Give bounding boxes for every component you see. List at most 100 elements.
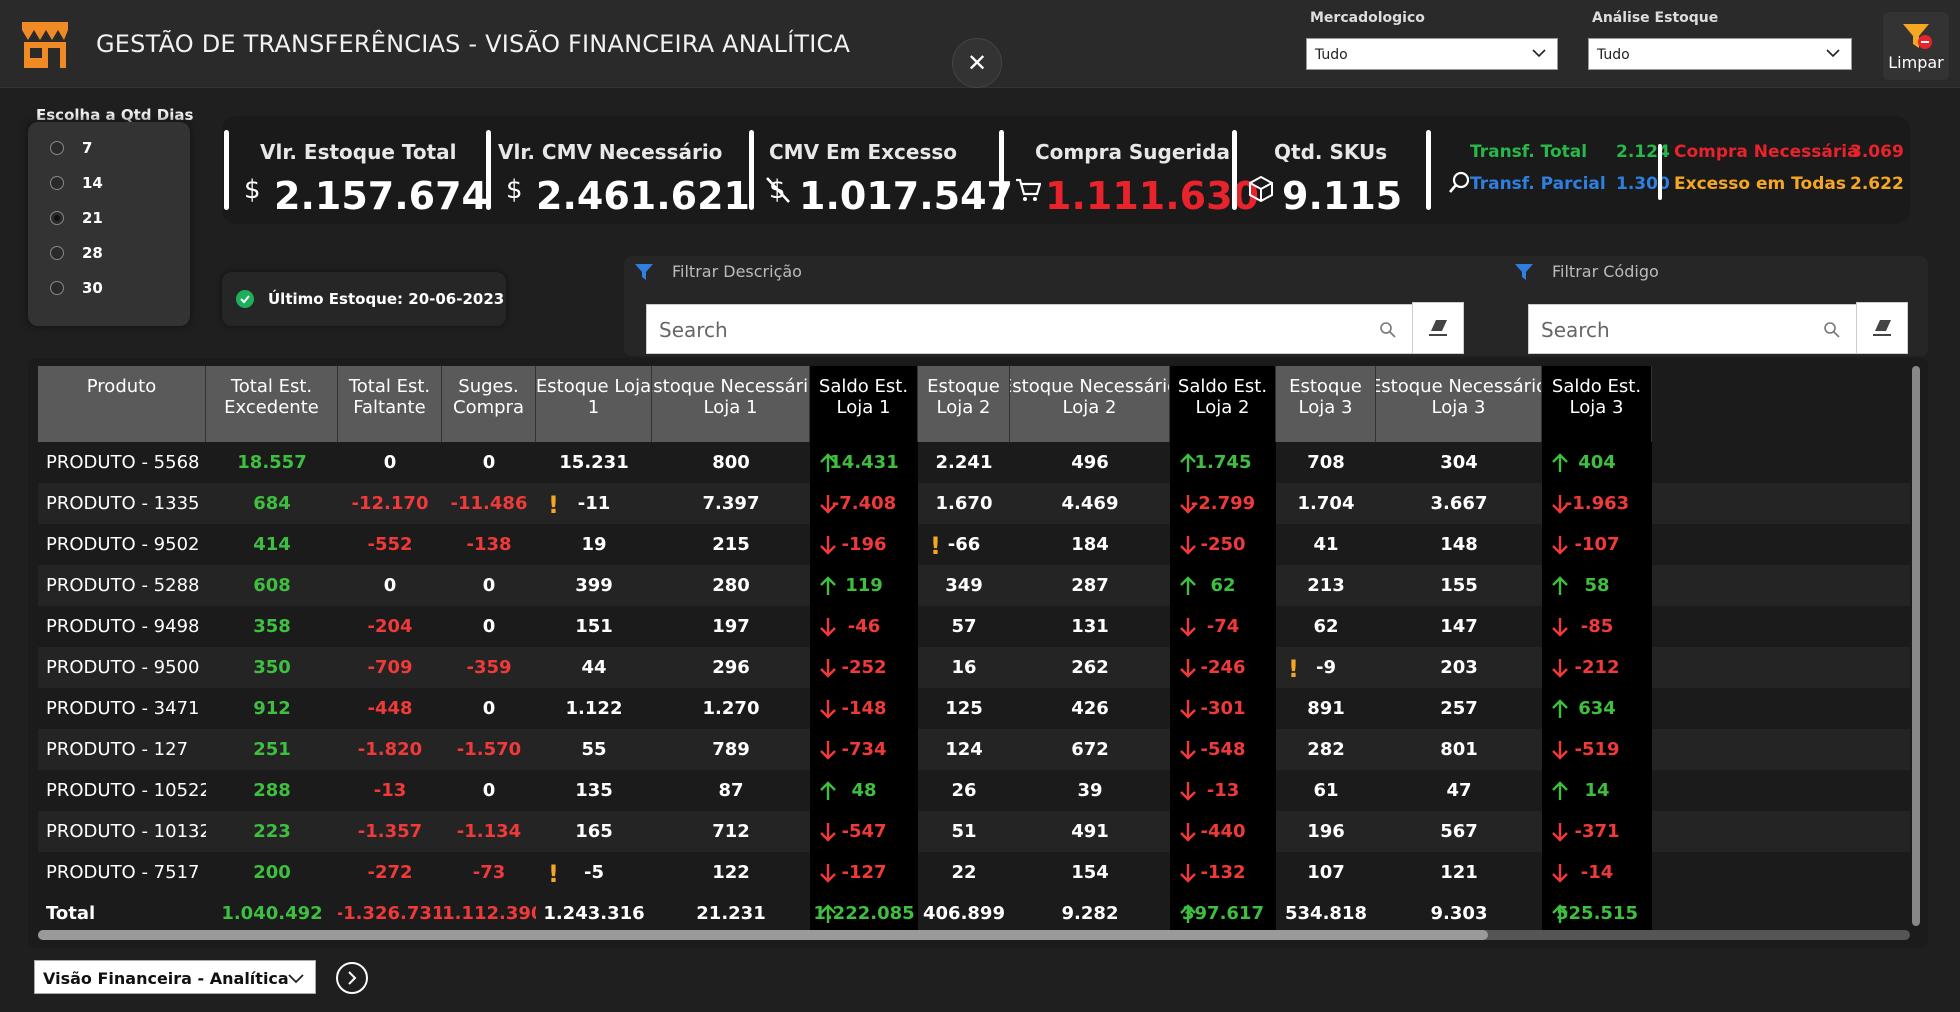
- horizontal-scrollbar[interactable]: [38, 930, 1910, 940]
- analise-dropdown[interactable]: Tudo: [1588, 38, 1852, 70]
- cell-value: -1.963: [1564, 493, 1630, 514]
- cell-value: -519: [1574, 739, 1620, 760]
- page-select-dropdown[interactable]: Visão Financeira - Analítica: [34, 960, 316, 994]
- cell-value: -66: [947, 534, 981, 555]
- cell-value: 404: [1578, 452, 1616, 473]
- arrow-up-icon: [820, 781, 836, 800]
- cell-saldo-loja3: -107: [1542, 524, 1652, 565]
- dias-option-7[interactable]: 7: [50, 138, 92, 158]
- col-header-sugestao-compra[interactable]: Suges. Compra: [442, 366, 536, 442]
- arrow-down-icon: [1180, 741, 1196, 760]
- descricao-search-input[interactable]: Search: [646, 304, 1414, 354]
- product-table: Produto Total Est. Excedente Total Est. Fa…: [28, 358, 1928, 948]
- col-header-total-excedente[interactable]: Total Est. Excedente: [206, 366, 338, 442]
- kpi-separator: [1658, 144, 1662, 200]
- cell-necessario-loja3: 801: [1376, 729, 1542, 770]
- close-button[interactable]: ✕: [952, 38, 1002, 88]
- cell-total-excedente: 414: [206, 524, 338, 565]
- cell-value: -5: [584, 862, 604, 883]
- arrow-up-icon: [1552, 453, 1568, 472]
- filter-panel: Filtrar Descrição Search Filtrar Código …: [624, 256, 1928, 356]
- filter-clear-icon: [1903, 24, 1932, 49]
- dias-option-21[interactable]: 21: [50, 208, 103, 228]
- cell-saldo-loja2: -13: [1170, 770, 1276, 811]
- clear-filters-button[interactable]: Limpar: [1883, 12, 1949, 80]
- kpi-cmv-necessario: Vlr. CMV Necessário $ 2.461.621: [486, 130, 750, 218]
- svg-text:$: $: [244, 175, 261, 204]
- col-header-estoque-loja1[interactable]: Estoque Loja 1: [536, 366, 652, 442]
- col-header-estoque-loja3[interactable]: Estoque Loja 3: [1276, 366, 1376, 442]
- codigo-clear-button[interactable]: [1856, 302, 1908, 354]
- radio-icon: [50, 176, 64, 190]
- cell-value: -14: [1580, 862, 1614, 883]
- cell-estoque-loja2: 2.241: [918, 442, 1010, 483]
- arrow-up-icon: [1180, 453, 1196, 472]
- cell-sugestao-compra: 0: [442, 565, 536, 606]
- cell-value: 125: [945, 698, 983, 719]
- col-header-total-faltante[interactable]: Total Est. Faltante: [338, 366, 442, 442]
- mercadologico-dropdown[interactable]: Tudo: [1306, 38, 1558, 70]
- cell-value: 62: [1313, 616, 1339, 637]
- col-header-saldo-loja2[interactable]: Saldo Est. Loja 2: [1170, 366, 1276, 442]
- cell-value: 62: [1210, 575, 1236, 596]
- col-header-produto[interactable]: Produto: [38, 366, 206, 442]
- cell-total-excedente: 1.040.492: [206, 893, 338, 934]
- cell-estoque-loja2: 125: [918, 688, 1010, 729]
- cell-value: 608: [253, 575, 291, 596]
- cell-necessario-loja3: 148: [1376, 524, 1542, 565]
- dias-option-30[interactable]: 30: [50, 278, 103, 298]
- cell-necessario-loja1: 1.270: [652, 688, 810, 729]
- cell-value: -552: [367, 534, 413, 555]
- cell-saldo-loja2: -548: [1170, 729, 1276, 770]
- cell-estoque-loja1: 151: [536, 606, 652, 647]
- dias-option-14[interactable]: 14: [50, 173, 103, 193]
- cell-value: 1.704: [1297, 493, 1355, 514]
- store-icon: [22, 22, 68, 68]
- cell-value: 1.270: [702, 698, 760, 719]
- col-header-necessario-loja3[interactable]: Estoque Necessário Loja 3: [1376, 366, 1542, 442]
- cell-value: 0: [482, 698, 496, 719]
- cell-value: 1.670: [935, 493, 993, 514]
- kpi-compra-sugerida: Compra Sugerida 1.111.630: [999, 130, 1259, 218]
- cell-total-excedente: 608: [206, 565, 338, 606]
- cell-value: 147: [1440, 616, 1478, 637]
- col-header-necessario-loja2[interactable]: Estoque Necessário Loja 2: [1010, 366, 1170, 442]
- vertical-scrollbar[interactable]: [1912, 366, 1920, 926]
- cell-value: -548: [1200, 739, 1246, 760]
- cell-estoque-loja2: 124: [918, 729, 1010, 770]
- cell-saldo-loja3: 525.515: [1542, 893, 1652, 934]
- arrow-down-icon: [1552, 741, 1568, 760]
- cell-saldo-loja2: 1.745: [1170, 442, 1276, 483]
- mercadologico-label: Mercadologico: [1310, 10, 1425, 26]
- cell-value: -359: [466, 657, 512, 678]
- col-header-saldo-loja3[interactable]: Saldo Est. Loja 3: [1542, 366, 1652, 442]
- cell-value: 213: [1307, 575, 1345, 596]
- dias-option-28[interactable]: 28: [50, 243, 103, 263]
- col-header-necessario-loja1[interactable]: Estoque Necessário Loja 1: [652, 366, 810, 442]
- cell-value: -1.820: [357, 739, 423, 760]
- cell-estoque-loja3: ! -9: [1276, 647, 1376, 688]
- cell-value: 296: [712, 657, 750, 678]
- cell-value: -1.326.731: [338, 903, 442, 924]
- descricao-clear-button[interactable]: [1412, 302, 1464, 354]
- col-header-saldo-loja1[interactable]: Saldo Est. Loja 1: [810, 366, 918, 442]
- cell-value: 634: [1578, 698, 1616, 719]
- cell-necessario-loja2: 426: [1010, 688, 1170, 729]
- cell-sugestao-compra: -1.112.390: [442, 893, 536, 934]
- codigo-search-input[interactable]: Search: [1528, 304, 1858, 354]
- cell-produto: PRODUTO - 7517: [38, 852, 206, 893]
- cell-value: 672: [1071, 739, 1109, 760]
- col-header-estoque-loja2[interactable]: Estoque Loja 2: [918, 366, 1010, 442]
- cell-value: 406.899: [923, 903, 1005, 924]
- arrow-down-icon: [820, 741, 836, 760]
- arrow-down-icon: [820, 864, 836, 883]
- arrow-down-icon: [1552, 536, 1568, 555]
- cell-value: 800: [712, 452, 750, 473]
- cell-estoque-loja2: 51: [918, 811, 1010, 852]
- cell-value: -1.112.390: [442, 903, 536, 924]
- next-page-button[interactable]: [336, 962, 368, 994]
- arrow-down-icon: [1180, 700, 1196, 719]
- cell-value: 47: [1446, 780, 1472, 801]
- scrollbar-thumb[interactable]: [38, 930, 1488, 940]
- cell-value: 491: [1071, 821, 1109, 842]
